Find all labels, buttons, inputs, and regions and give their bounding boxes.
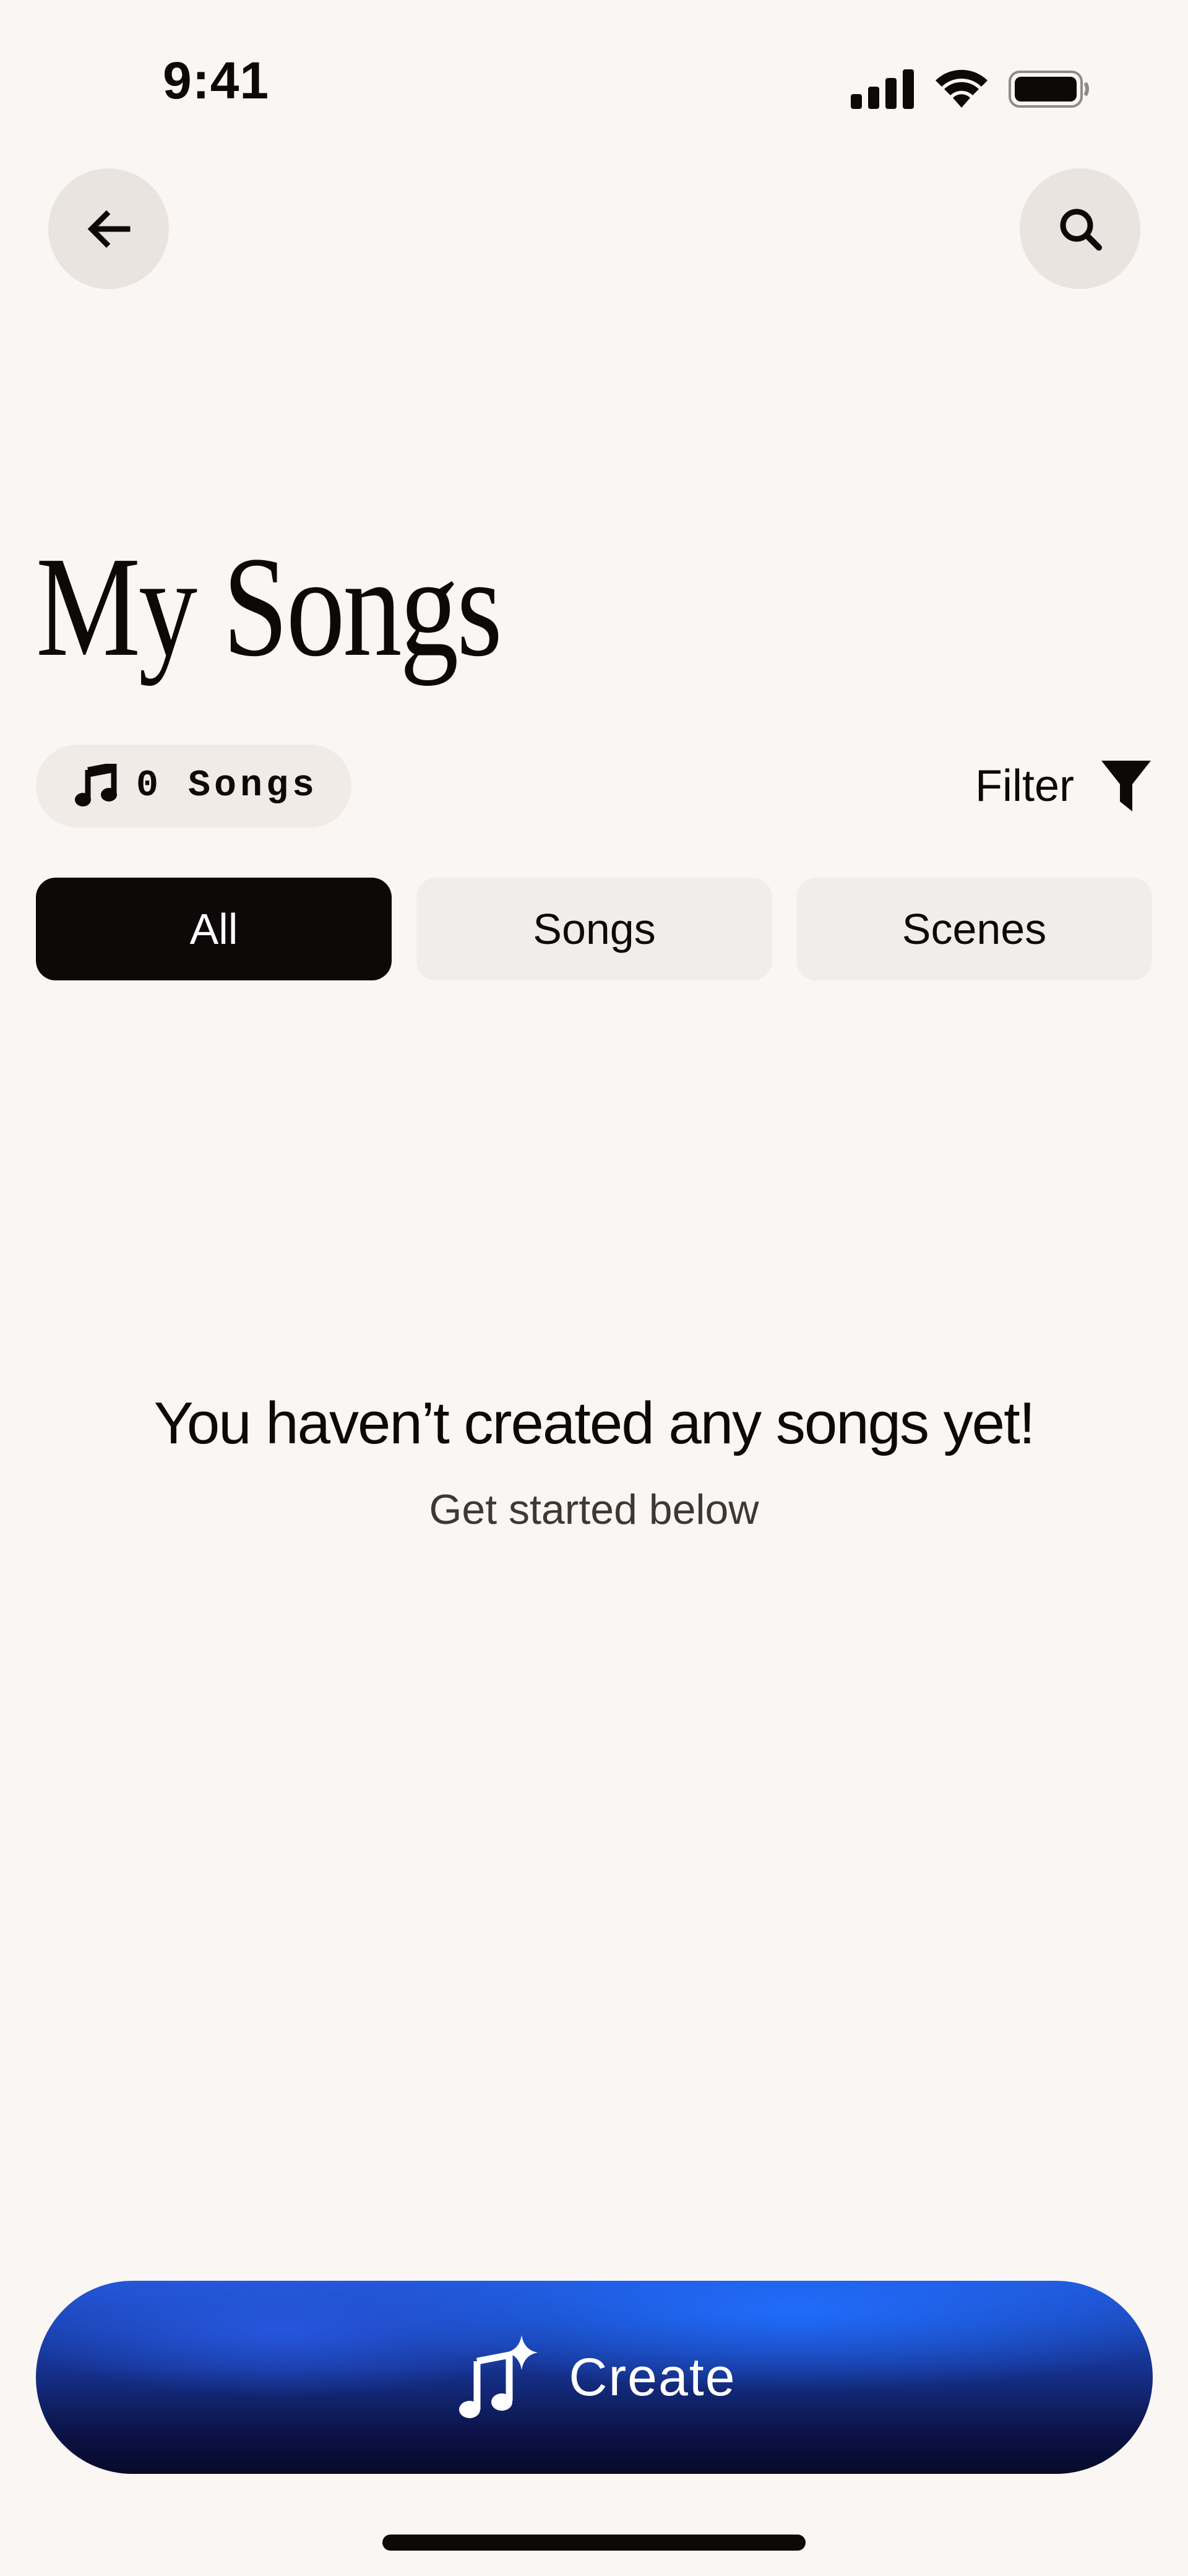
- search-button[interactable]: [1020, 168, 1140, 289]
- empty-state-subtitle: Get started below: [429, 1486, 759, 1533]
- status-time: 9:41: [163, 51, 270, 110]
- music-sparkle-icon: [459, 2335, 538, 2418]
- song-count-badge: 0 Songs: [36, 745, 351, 828]
- create-label: Create: [569, 2347, 736, 2407]
- tab-songs[interactable]: Songs: [416, 878, 772, 980]
- status-icons: [851, 67, 1089, 110]
- funnel-icon: [1101, 761, 1151, 811]
- filter-label: Filter: [975, 761, 1074, 811]
- tab-scenes[interactable]: Scenes: [796, 878, 1152, 980]
- filter-button[interactable]: Filter: [975, 755, 1151, 817]
- arrow-left-icon: [87, 210, 130, 248]
- music-note-icon: [75, 764, 117, 806]
- song-count-label: 0 Songs: [136, 765, 319, 807]
- page-title: My Songs: [36, 527, 502, 686]
- create-button[interactable]: Create: [36, 2281, 1153, 2474]
- tab-all[interactable]: All: [36, 878, 392, 980]
- search-icon: [1060, 209, 1102, 251]
- battery-icon: [1009, 71, 1089, 108]
- back-button[interactable]: [48, 168, 169, 289]
- home-indicator: [382, 2535, 806, 2551]
- empty-state-title: You haven’t created any songs yet!: [153, 1390, 1036, 1456]
- cellular-signal-icon: [851, 69, 914, 109]
- wifi-icon: [936, 69, 988, 108]
